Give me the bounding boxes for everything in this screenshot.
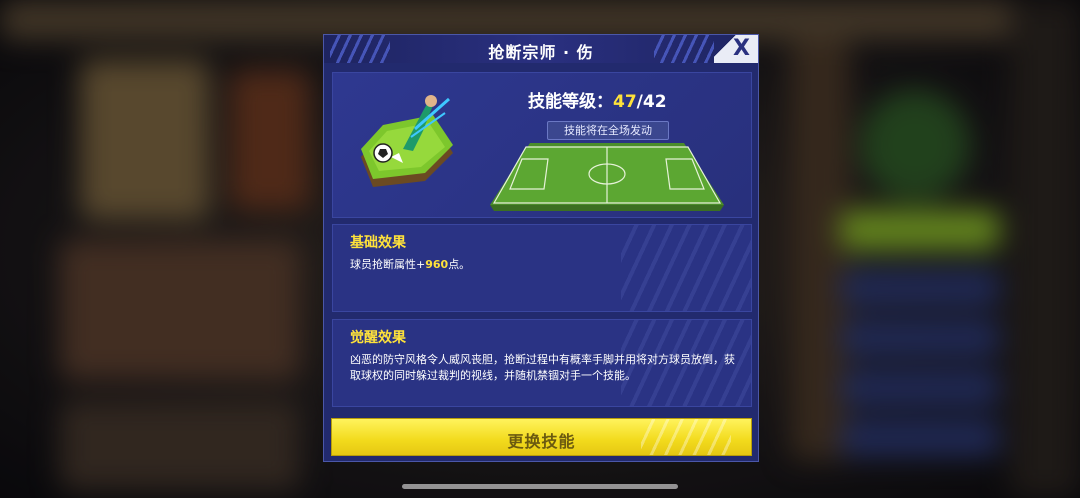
dialog-titlebar: 抢断宗师 · 伤 X — [324, 35, 758, 63]
home-indicator[interactable] — [402, 484, 678, 489]
awakening-effect-panel: 觉醒效果 凶恶的防守风格令人威风丧胆，抢断过程中有概率手脚并用将对方球员放倒，获… — [332, 319, 752, 407]
base-effect-suffix: 点。 — [448, 258, 471, 271]
base-effect-text: 球员抢断属性+960点。 — [350, 257, 742, 273]
base-effect-title: 基础效果 — [350, 235, 406, 251]
skill-overview-panel: 技能等级：47/42 技能将在全场发动 — [332, 72, 752, 218]
skill-player-tackle-icon — [361, 95, 453, 187]
change-skill-label[interactable]: 更换技能 — [332, 428, 751, 452]
change-skill-button[interactable]: 更换技能 — [331, 418, 752, 456]
skill-level-label: 技能等级：47/42 — [528, 87, 667, 112]
dialog-title: 抢断宗师 · 伤 — [488, 43, 594, 62]
trigger-scope-tag: 技能将在全场发动 — [547, 121, 669, 140]
close-button[interactable]: X — [714, 35, 758, 63]
skill-level-text: 技能等级： — [528, 92, 613, 112]
awakening-effect-text: 凶恶的防守风格令人威风丧胆，抢断过程中有概率手脚并用将对方球员放倒，获取球权的同… — [350, 353, 735, 382]
skill-level-current: 47 — [613, 92, 637, 112]
base-effect-prefix: 球员抢断属性+ — [350, 258, 426, 271]
close-icon[interactable]: X — [733, 35, 750, 63]
full-pitch-diagram — [490, 143, 724, 211]
skill-detail-dialog: 抢断宗师 · 伤 X 技能等级：47/42 技能将在全场发动 基础效果 球员抢断… — [323, 34, 759, 462]
awakening-effect-title: 觉醒效果 — [350, 330, 406, 346]
skill-level-max: /42 — [636, 92, 667, 112]
base-effect-panel: 基础效果 球员抢断属性+960点。 — [332, 224, 752, 312]
base-effect-value: 960 — [425, 258, 449, 271]
